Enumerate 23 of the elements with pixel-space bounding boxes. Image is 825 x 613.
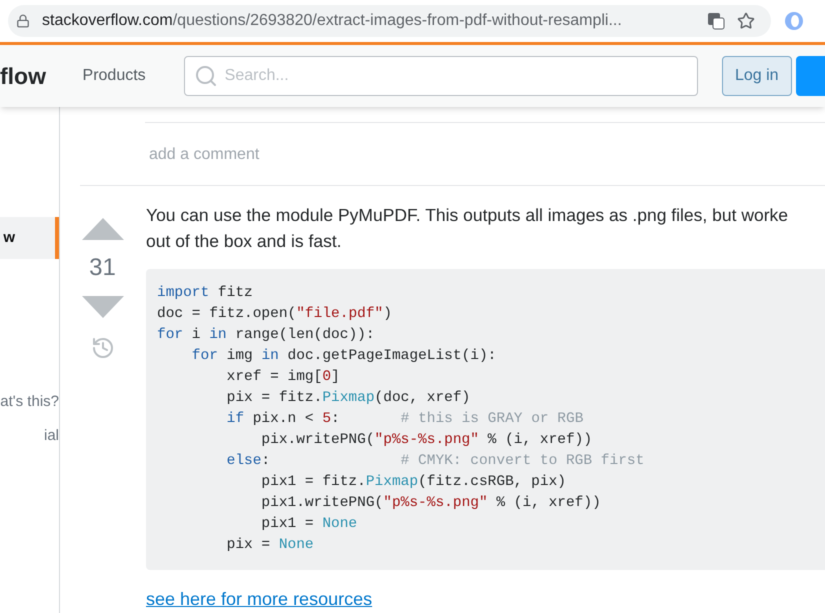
resources-link[interactable]: see here for more resources [146,586,372,613]
star-icon[interactable] [737,12,755,30]
translate-icon[interactable] [707,12,725,30]
site-logo[interactable]: flow [0,58,79,94]
lock-icon [16,14,30,28]
history-icon[interactable] [90,336,114,360]
extension-icon[interactable] [783,10,805,32]
search-icon [194,64,218,88]
downvote-arrow-icon[interactable] [82,296,124,318]
code-block: import fitz doc = fitz.open("file.pdf") for i in range(len(doc)): for img in doc.getPageImageList(i): xref = img[0] pix = fitz.Pixmap(doc, xref) if pix.n < 5: # this is GRAY or RGB pix.writePNG("p%s-%s.png" % (i, xref)) else: # CMYK: convert to RGB first pix1 = fitz.Pixmap(fitz.csRGB, pix) pix1.writePNG("p%s-%s.png" % (i, xref)) pix1 = None pix = None [146,269,825,570]
search-field[interactable]: Search... [184,56,698,96]
sidebar-item[interactable]: w [0,217,59,259]
upvote-arrow-icon[interactable] [82,218,124,240]
sidebar-item[interactable]: at's this? [0,387,59,417]
signup-button[interactable] [796,56,825,96]
address-bar[interactable]: stackoverflow.com/questions/2693820/extract-images-from-pdf-without-resampli... [8,5,771,37]
vote-count: 31 [89,253,116,283]
login-button[interactable]: Log in [722,56,792,96]
url-text: stackoverflow.com/questions/2693820/extract-images-from-pdf-without-resampli... [42,11,623,31]
products-link[interactable]: Products [82,64,146,88]
add-comment-link[interactable]: add a comment [149,143,260,167]
sidebar-item[interactable]: ial [0,421,59,451]
answer-text: You can use the module PyMuPDF. This outputs all images as .png files, but worke out of the box and is fast. [146,204,790,253]
